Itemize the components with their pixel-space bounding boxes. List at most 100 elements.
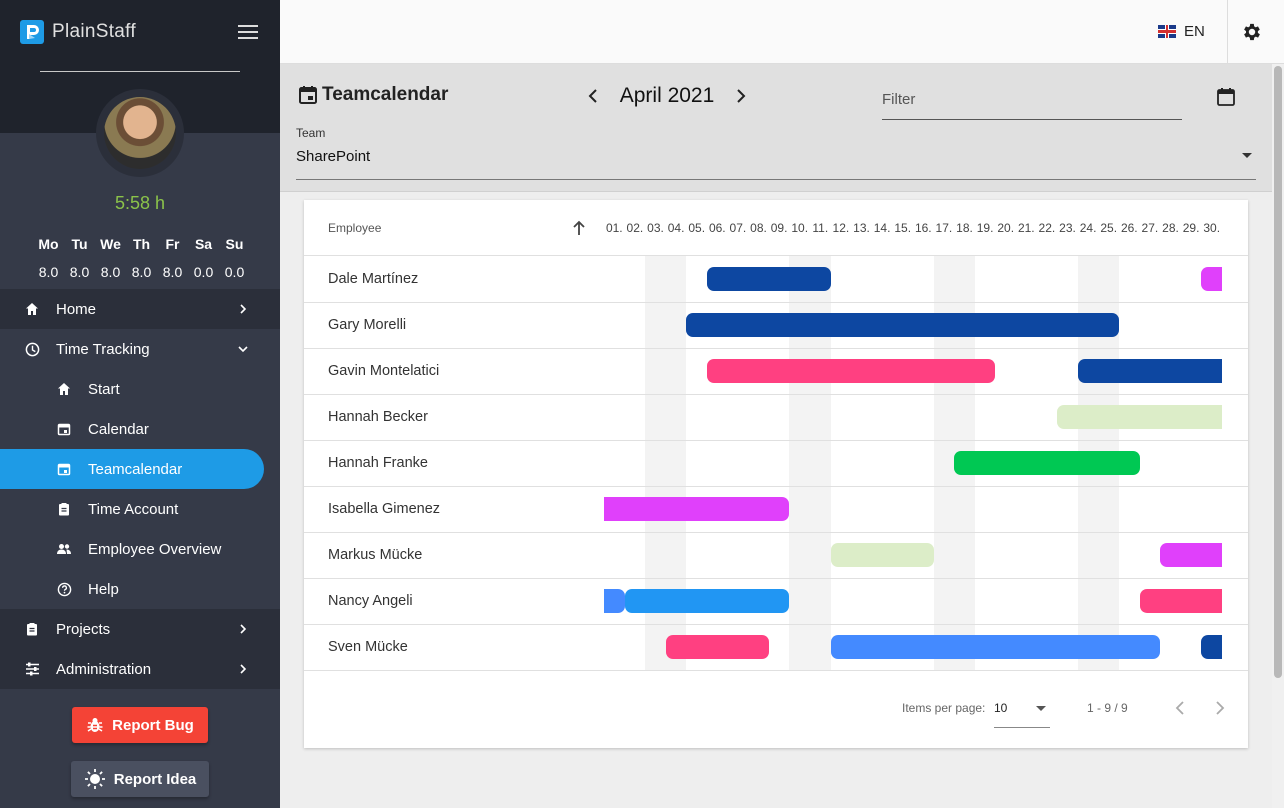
week-hours: Mo 8.0 Tu 8.0 We 8.0 Th 8.0 Fr 8.0 Sa 0.0 Su 0.0 [33, 236, 250, 280]
absence-bar[interactable] [707, 359, 996, 383]
absence-bar[interactable] [1201, 635, 1222, 659]
day-header: 19. [976, 221, 994, 235]
absence-bar[interactable] [707, 267, 831, 291]
team-select[interactable]: SharePoint [296, 148, 1256, 180]
report-idea-button[interactable]: Report Idea [71, 761, 209, 797]
language-label: EN [1184, 23, 1205, 40]
day-header: 11. [812, 221, 829, 235]
menu-toggle-icon[interactable] [236, 22, 260, 42]
language-switcher[interactable]: EN [1158, 23, 1205, 40]
caret-down-icon [1036, 706, 1046, 711]
nav-administration[interactable]: Administration [0, 649, 280, 689]
team-label: Team [296, 126, 326, 140]
employee-name: Hannah Becker [328, 409, 428, 425]
clipboard-icon [24, 621, 40, 637]
divider [40, 71, 240, 72]
page-size-select[interactable]: 10 [994, 692, 1050, 728]
absence-bar[interactable] [604, 497, 790, 521]
employee-column-header[interactable]: Employee [328, 221, 381, 235]
nav-time-tracking[interactable]: Time Tracking [0, 329, 280, 369]
day-header: 23. [1059, 221, 1076, 235]
day-header: 10. [791, 221, 809, 235]
absence-bar[interactable] [604, 589, 625, 613]
absence-bar[interactable] [830, 543, 934, 567]
nav-projects[interactable]: Projects [0, 609, 280, 649]
nav-help[interactable]: Help [0, 569, 280, 609]
weekday-hours: 0.0 [193, 264, 214, 280]
app-logo[interactable]: PlainStaff [20, 20, 136, 44]
nav-start[interactable]: Start [0, 369, 280, 409]
prev-page-button[interactable] [1172, 698, 1188, 718]
scrollbar-thumb[interactable] [1274, 66, 1282, 678]
nav-employee-overview[interactable]: Employee Overview [0, 529, 280, 569]
top-bar: EN [280, 0, 1284, 64]
table-row[interactable]: Hannah Franke [304, 441, 1248, 487]
table-row[interactable]: Sven Mücke [304, 625, 1248, 671]
nav-teamcalendar[interactable]: Teamcalendar [0, 449, 264, 489]
table-row[interactable]: Gary Morelli [304, 303, 1248, 349]
next-page-button[interactable] [1212, 698, 1228, 718]
sliders-icon [24, 661, 40, 677]
weekday-label: Mo [38, 236, 59, 252]
day-header: 06. [708, 221, 726, 235]
calendar-header: Teamcalendar April 2021 Filter Team Shar… [280, 64, 1272, 192]
report-bug-button[interactable]: Report Bug [72, 707, 208, 743]
sun-icon [84, 768, 106, 790]
week-day-sa: Sa 0.0 [188, 236, 219, 280]
nav-time-account[interactable]: Time Account [0, 489, 280, 529]
page-range-label: 1 - 9 / 9 [1087, 701, 1128, 715]
nav-home[interactable]: Home [0, 289, 280, 329]
absence-bar[interactable] [954, 451, 1140, 475]
nav-calendar[interactable]: Calendar [0, 409, 280, 449]
nav-home-label: Home [56, 300, 97, 318]
calendar-icon [298, 85, 318, 105]
filter-input[interactable]: Filter [882, 86, 1182, 120]
table-row[interactable]: Markus Mücke [304, 533, 1248, 579]
day-header: 04. [667, 221, 685, 235]
gear-icon[interactable] [1241, 21, 1263, 43]
absence-bar[interactable] [1057, 405, 1222, 429]
prev-month-button[interactable] [586, 87, 600, 105]
next-month-button[interactable] [734, 87, 748, 105]
absence-bar[interactable] [665, 635, 769, 659]
avatar[interactable] [104, 97, 176, 169]
table-row[interactable]: Hannah Becker [304, 395, 1248, 441]
home-icon [24, 301, 40, 317]
table-row[interactable]: Dale Martínez [304, 257, 1248, 303]
items-per-page-label: Items per page: [902, 701, 986, 715]
absence-bar[interactable] [830, 635, 1161, 659]
day-header: 03. [647, 221, 664, 235]
week-day-we: We 8.0 [95, 236, 126, 280]
paginator: Items per page: 10 1 - 9 / 9 [304, 670, 1248, 748]
absence-bar[interactable] [1201, 267, 1222, 291]
table-row[interactable]: Gavin Montelatici [304, 349, 1248, 395]
weekday-hours: 8.0 [131, 264, 152, 280]
day-header: 15. [894, 221, 912, 235]
absence-bar[interactable] [1139, 589, 1222, 613]
day-header: 09. [770, 221, 788, 235]
day-header: 21. [1017, 221, 1035, 235]
absence-bar[interactable] [1077, 359, 1222, 383]
table-row[interactable]: Isabella Gimenez [304, 487, 1248, 533]
table-row[interactable]: Nancy Angeli [304, 579, 1248, 625]
date-picker-icon[interactable] [1216, 87, 1236, 107]
team-calendar-table: Employee 01. 02. 03. 04. 05. 06. 07. 08. 09. 10. 1… [304, 200, 1248, 748]
absence-bar[interactable] [1160, 543, 1222, 567]
employee-name: Markus Mücke [328, 547, 423, 563]
team-value: SharePoint [296, 148, 371, 165]
nav-administration-label: Administration [56, 660, 152, 678]
page-title: Teamcalendar [298, 84, 448, 106]
nav-start-label: Start [88, 380, 120, 398]
absence-bar[interactable] [686, 313, 1119, 337]
employee-name: Gavin Montelatici [328, 363, 440, 379]
bug-icon [86, 716, 104, 734]
weekday-label: Tu [71, 236, 88, 252]
employee-name: Gary Morelli [328, 317, 407, 333]
day-header: 18. [956, 221, 973, 235]
clock-icon [24, 341, 40, 357]
sort-arrow-up-icon[interactable] [572, 220, 586, 236]
nav-calendar-label: Calendar [88, 420, 149, 438]
chevron-right-icon [240, 624, 247, 634]
sidebar: PlainStaff 5:58 h Mo 8.0 Tu 8.0 We 8.0 Th 8.0 Fr… [0, 0, 280, 808]
absence-bar[interactable] [624, 589, 790, 613]
